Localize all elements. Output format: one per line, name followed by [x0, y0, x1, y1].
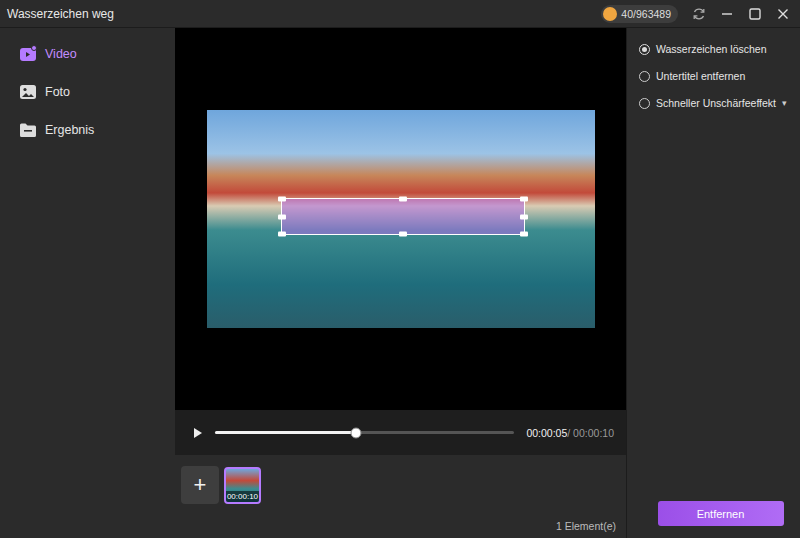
resize-handle[interactable]	[278, 232, 286, 237]
title-bar: Wasserzeichen weg 40/963489	[0, 0, 800, 28]
resize-handle[interactable]	[399, 197, 407, 202]
remove-button[interactable]: Entfernen	[658, 501, 784, 526]
watermark-selection[interactable]	[281, 198, 525, 235]
clip-thumbnail[interactable]: 00:00:10	[224, 467, 261, 504]
photo-icon	[19, 83, 37, 101]
credits-badge[interactable]: 40/963489	[601, 5, 678, 23]
option-row[interactable]: Schneller Unschärfeeffekt ▾	[639, 97, 790, 109]
sidebar: Video Foto Ergebnis	[0, 28, 175, 538]
option-label: Untertitel entfernen	[656, 70, 745, 82]
video-icon	[19, 45, 37, 63]
player-controls: 00:00:05/ 00:00:10	[175, 410, 626, 455]
time-display: 00:00:05/ 00:00:10	[526, 427, 614, 439]
option-row[interactable]: Wasserzeichen löschen	[639, 43, 790, 55]
sidebar-label: Video	[45, 47, 77, 61]
seek-slider[interactable]	[215, 431, 514, 434]
seek-knob[interactable]	[350, 427, 361, 438]
sidebar-label: Ergebnis	[45, 123, 94, 137]
radio-button[interactable]	[639, 71, 650, 82]
option-label: Wasserzeichen löschen	[656, 43, 767, 55]
resize-handle[interactable]	[520, 197, 528, 202]
close-icon[interactable]	[776, 7, 790, 21]
minimize-icon[interactable]	[720, 7, 734, 21]
resize-handle[interactable]	[278, 214, 286, 219]
resize-handle[interactable]	[520, 214, 528, 219]
option-row[interactable]: Untertitel entfernen	[639, 70, 790, 82]
radio-button[interactable]	[639, 98, 650, 109]
resize-handle[interactable]	[399, 232, 407, 237]
app-window: Wasserzeichen weg 40/963489 Video Foto Ergeb…	[0, 0, 800, 538]
add-button[interactable]: +	[181, 466, 219, 504]
element-count: 1 Element(e)	[556, 520, 616, 532]
credits-count: 40/963489	[621, 8, 671, 20]
sidebar-label: Foto	[45, 85, 70, 99]
option-label: Schneller Unschärfeeffekt	[656, 97, 776, 109]
video-preview	[175, 28, 626, 410]
sidebar-item[interactable]: Ergebnis	[19, 121, 175, 139]
play-icon[interactable]	[193, 427, 203, 439]
dropdown-caret[interactable]: ▾	[782, 98, 787, 108]
radio-button[interactable]	[639, 44, 650, 55]
sidebar-item[interactable]: Foto	[19, 83, 175, 101]
sidebar-item[interactable]: Video	[19, 45, 175, 63]
maximize-icon[interactable]	[748, 7, 762, 21]
folder-icon	[19, 121, 37, 139]
seek-fill	[215, 431, 356, 434]
options-panel: Wasserzeichen löschen Untertitel entferne…	[626, 28, 800, 538]
window-title: Wasserzeichen weg	[7, 7, 114, 21]
resize-handle[interactable]	[520, 232, 528, 237]
clip-duration: 00:00:10	[226, 491, 259, 502]
video-frame	[207, 110, 595, 328]
resize-handle[interactable]	[278, 197, 286, 202]
timeline: +00:00:10 1 Element(e)	[175, 455, 626, 538]
refresh-icon[interactable]	[692, 7, 706, 21]
coin-icon	[603, 7, 617, 21]
